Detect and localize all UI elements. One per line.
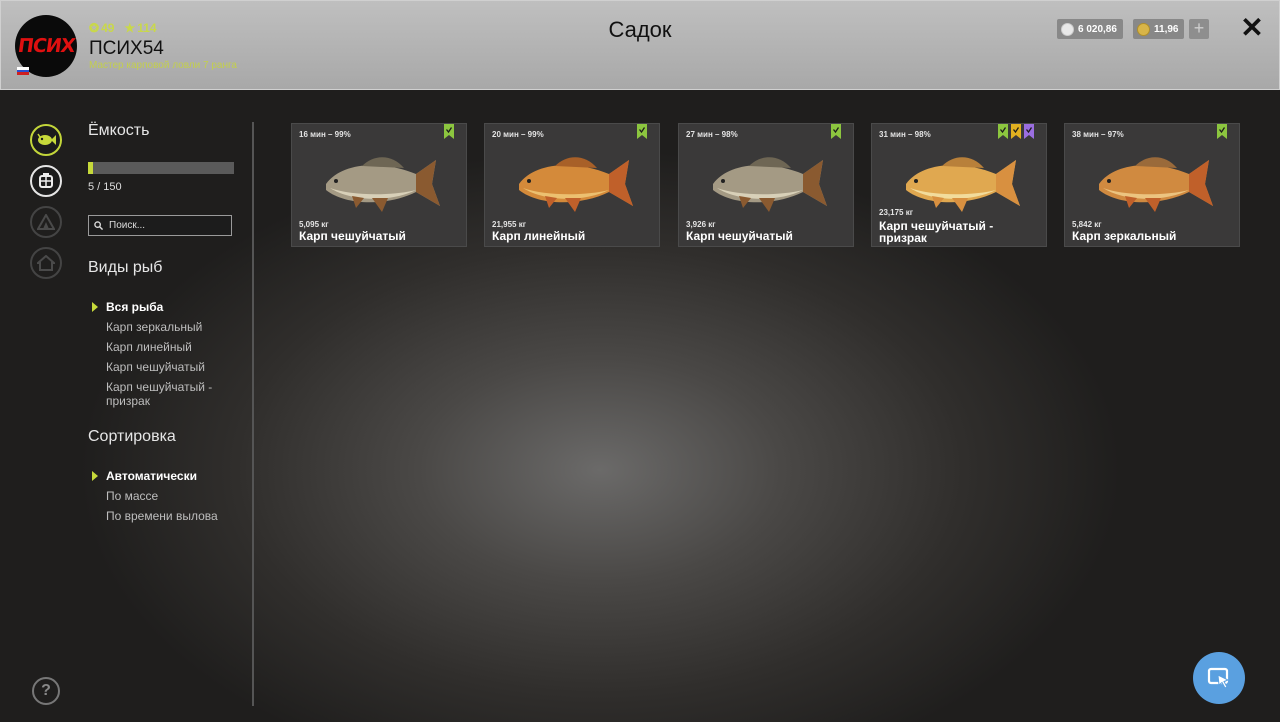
player-rank: Мастер карповой ловли 7 ранга: [89, 60, 237, 71]
bookmark-icon: [831, 124, 841, 139]
fish-catch-meta: 16 мин – 99%: [299, 130, 351, 139]
add-currency-button[interactable]: +: [1189, 19, 1209, 39]
search-field[interactable]: [88, 215, 232, 236]
silver-coin-icon: [1061, 22, 1074, 36]
sort-list: Автоматически По массе По времени вылова: [92, 469, 231, 529]
fish-flags: [831, 124, 841, 139]
top-bar: ПСИХ ✪ 49 ★ 114 ПСИХ54 Мастер карповой лов…: [0, 0, 1280, 90]
fish-name: Карп чешуйчатый: [299, 229, 406, 243]
fish-image: [713, 157, 827, 212]
bookmark-icon: [998, 124, 1008, 139]
gold-balance: 11,96: [1133, 19, 1185, 39]
bookmark-icon: [444, 124, 454, 139]
species-heading: Виды рыб: [88, 259, 163, 276]
close-button[interactable]: ✕: [1239, 14, 1265, 42]
fish-name: Карп линейный: [492, 229, 586, 243]
help-button[interactable]: ?: [32, 677, 60, 705]
fish-image: [1099, 157, 1213, 212]
fish-icon: [37, 133, 56, 145]
gold-coin-icon: [1137, 22, 1150, 36]
fish-flags: [998, 124, 1034, 139]
fish-flags: [1217, 124, 1227, 139]
fish-flags: [637, 124, 647, 139]
bookmark-icon: [637, 124, 647, 139]
capacity-bar: [88, 162, 234, 174]
sidebar-divider: [252, 122, 254, 706]
fish-weight: 21,955 кг: [492, 220, 527, 229]
tent-icon: [37, 214, 55, 230]
fish-card[interactable]: 20 мин – 99% 21,955 кг Карп линейный: [484, 123, 660, 247]
sort-option-auto[interactable]: Автоматически: [92, 469, 231, 483]
fish-catch-meta: 27 мин – 98%: [686, 130, 738, 139]
species-filter-all[interactable]: Вся рыба: [92, 300, 231, 314]
fish-catch-meta: 38 мин – 97%: [1072, 130, 1124, 139]
capacity-bar-fill: [88, 162, 93, 174]
russia-flag-icon: [17, 67, 29, 75]
species-filter-mirror-carp[interactable]: Карп зеркальный: [106, 320, 231, 334]
fish-name: Карп зеркальный: [1072, 229, 1177, 243]
house-icon: [37, 255, 55, 271]
fish-catch-meta: 31 мин – 98%: [879, 130, 931, 139]
search-icon: [94, 221, 103, 230]
nav-home-button[interactable]: [30, 247, 62, 279]
bookmark-icon: [1011, 124, 1021, 139]
bookmark-icon: [1024, 124, 1034, 139]
fish-weight: 23,175 кг: [879, 208, 914, 217]
sort-option-weight[interactable]: По массе: [106, 489, 231, 503]
fish-catch-meta: 20 мин – 99%: [492, 130, 544, 139]
fish-image: [906, 157, 1020, 212]
species-filter-common-carp[interactable]: Карп чешуйчатый: [106, 360, 231, 374]
fish-image: [326, 157, 440, 212]
fish-card[interactable]: 16 мин – 99% 5,095 кг Карп чешуйчатый: [291, 123, 467, 247]
nav-keepnet-button[interactable]: [30, 165, 62, 197]
fish-name: Карп чешуйчатый - призрак: [879, 219, 994, 245]
silver-value: 6 020,86: [1078, 23, 1117, 35]
search-input[interactable]: [107, 219, 231, 232]
sort-option-time[interactable]: По времени вылова: [106, 509, 231, 523]
species-filter-list: Вся рыба Карп зеркальный Карп линейный К…: [92, 300, 231, 414]
gold-value: 11,96: [1154, 23, 1179, 35]
bookmark-icon: [1217, 124, 1227, 139]
cursor-select-icon: [1207, 667, 1230, 689]
sort-heading: Сортировка: [88, 428, 176, 445]
capacity-text: 5 / 150: [88, 181, 122, 193]
fish-card[interactable]: 31 мин – 98% 23,175 кг Карп чешуйчатый - п…: [871, 123, 1047, 247]
fish-weight: 5,842 кг: [1072, 220, 1102, 229]
species-filter-linear-carp[interactable]: Карп линейный: [106, 340, 231, 354]
nav-fish-button[interactable]: [30, 124, 62, 156]
nav-camp-button[interactable]: [30, 206, 62, 238]
cursor-mode-button[interactable]: [1193, 652, 1245, 704]
fish-flags: [444, 124, 454, 139]
silver-balance: 6 020,86: [1057, 19, 1123, 39]
fish-name: Карп чешуйчатый: [686, 229, 793, 243]
species-filter-ghost-carp[interactable]: Карп чешуйчатый - призрак: [106, 380, 231, 408]
fish-image: [519, 157, 633, 212]
fish-card[interactable]: 38 мин – 97% 5,842 кг Карп зеркальный: [1064, 123, 1240, 247]
keepnet-icon: [39, 173, 53, 188]
fish-weight: 3,926 кг: [686, 220, 716, 229]
fish-weight: 5,095 кг: [299, 220, 329, 229]
capacity-heading: Ёмкость: [88, 122, 150, 139]
fish-card[interactable]: 27 мин – 98% 3,926 кг Карп чешуйчатый: [678, 123, 854, 247]
